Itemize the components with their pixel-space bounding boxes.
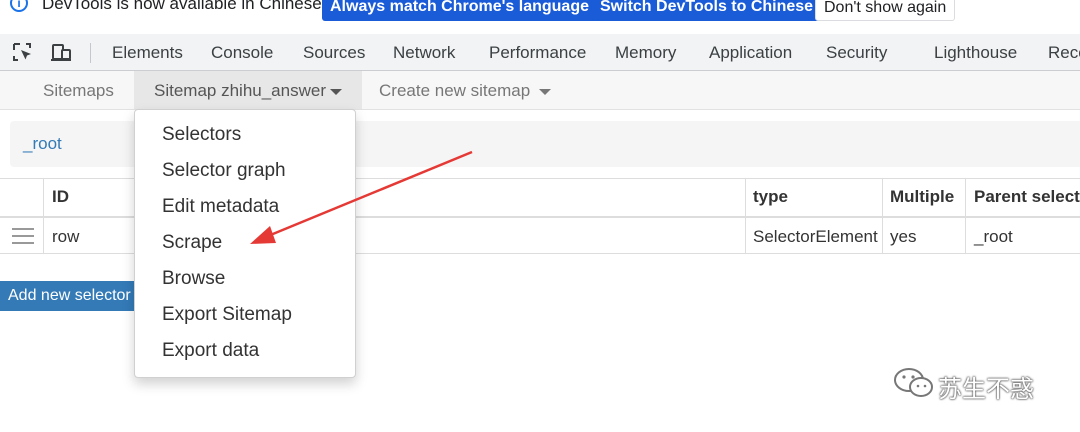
devtools-tab-strip: Elements Console Sources Network Perform… (0, 34, 1080, 71)
menu-item-selector-graph[interactable]: Selector graph (162, 155, 286, 187)
inspect-element-icon[interactable] (12, 42, 34, 62)
column-header-id: ID (52, 187, 69, 206)
tab-elements[interactable]: Elements (112, 34, 183, 70)
current-sitemap-dropdown[interactable]: Sitemap zhihu_answer (134, 71, 362, 109)
menu-item-scrape[interactable]: Scrape (162, 227, 222, 259)
tab-sources[interactable]: Sources (303, 34, 365, 70)
sitemap-dropdown-menu: Selectors Selector graph Edit metadata S… (134, 109, 356, 378)
infobar-message: DevTools is now available in Chinese! (42, 0, 327, 13)
table-divider (43, 178, 44, 254)
create-sitemap-dropdown[interactable]: Create new sitemap (379, 71, 552, 109)
language-infobar: i DevTools is now available in Chinese! … (0, 0, 1080, 34)
current-sitemap-label: Sitemap zhihu_answer (154, 81, 326, 100)
column-header-multiple: Multiple (890, 187, 955, 206)
breadcrumb-root-link[interactable]: _root (23, 134, 62, 154)
webscraper-nav: Sitemaps Sitemap zhihu_answer Create new… (0, 71, 1080, 110)
row-id-cell[interactable]: row (52, 227, 79, 247)
menu-item-edit-metadata[interactable]: Edit metadata (162, 191, 279, 223)
watermark: 苏生不惑 (892, 366, 1034, 403)
row-type-cell: SelectorElement (753, 227, 878, 246)
row-parent-cell: _root (974, 227, 1013, 246)
table-divider (882, 178, 883, 254)
column-header-parent: Parent selecto (974, 187, 1080, 206)
drag-handle-icon[interactable] (12, 228, 34, 246)
sitemaps-link[interactable]: Sitemaps (43, 71, 114, 109)
tab-lighthouse[interactable]: Lighthouse (934, 34, 1017, 70)
column-header-type: type (753, 187, 788, 206)
row-multiple-cell: yes (890, 227, 917, 246)
table-divider (965, 178, 966, 254)
caret-down-icon (539, 88, 552, 95)
tab-security[interactable]: Security (826, 34, 887, 70)
always-match-language-button[interactable]: Always match Chrome's language (322, 0, 597, 21)
switch-to-chinese-button[interactable]: Switch DevTools to Chinese (592, 0, 822, 21)
tab-network[interactable]: Network (393, 34, 455, 70)
watermark-text: 苏生不惑 (938, 376, 1034, 403)
add-new-selector-button[interactable]: Add new selector (0, 281, 140, 311)
info-icon: i (10, 0, 28, 12)
device-toolbar-icon[interactable] (50, 42, 72, 62)
menu-item-export-data[interactable]: Export data (162, 335, 259, 367)
tab-console[interactable]: Console (211, 34, 273, 70)
create-sitemap-label: Create new sitemap (379, 81, 531, 100)
caret-down-icon (329, 88, 342, 95)
tab-application[interactable]: Application (709, 34, 792, 70)
tab-memory[interactable]: Memory (615, 34, 676, 70)
menu-item-selectors[interactable]: Selectors (162, 119, 241, 151)
tab-recorder[interactable]: Reco (1048, 34, 1080, 70)
menu-item-browse[interactable]: Browse (162, 263, 225, 295)
toolbar-divider (90, 43, 91, 63)
tab-performance[interactable]: Performance (489, 34, 586, 70)
menu-item-export-sitemap[interactable]: Export Sitemap (162, 299, 292, 331)
dont-show-again-button[interactable]: Don't show again (815, 0, 956, 21)
table-divider (745, 178, 746, 254)
wechat-icon (894, 368, 933, 397)
